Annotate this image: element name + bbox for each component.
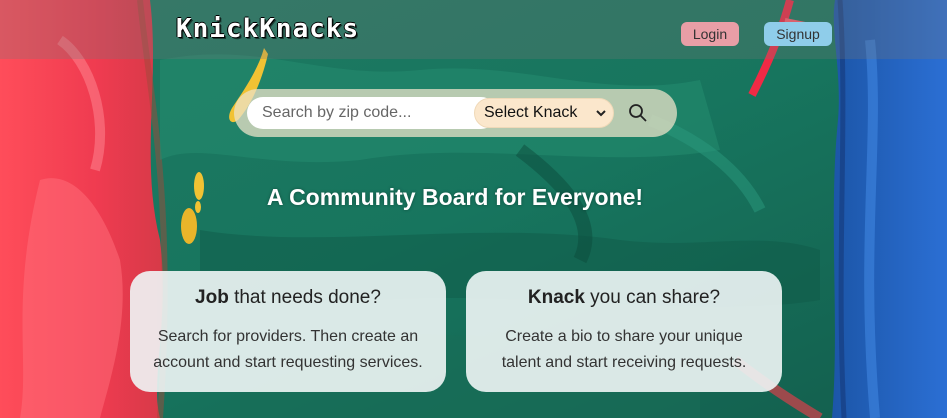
knack-select[interactable]: Select Knack: [474, 98, 614, 128]
site-logo[interactable]: KnickKnacks: [176, 14, 359, 44]
search-button[interactable]: [626, 101, 650, 125]
chevron-down-icon: [596, 110, 606, 117]
job-card-line-1: Search for providers. Then create an: [157, 328, 419, 345]
knack-card-line-1: Create a bio to share your unique: [505, 328, 743, 345]
job-card-title-bold: Job: [195, 287, 229, 308]
top-navbar: KnickKnacks Login Signup: [0, 0, 947, 59]
job-card-title-rest: that needs done?: [228, 287, 381, 308]
knack-card-description: Create a bio to share your unique talent …: [466, 324, 782, 376]
hero-headline: A Community Board for Everyone!: [266, 184, 644, 210]
knack-card-title-rest: you can share?: [584, 287, 721, 308]
job-card[interactable]: Job that needs done? Search for provider…: [130, 271, 446, 392]
job-card-title: Job that needs done?: [130, 287, 446, 309]
search-bar: Select Knack: [234, 89, 677, 137]
knack-card-title-bold: Knack: [527, 287, 585, 308]
zip-search-input[interactable]: [247, 97, 497, 129]
job-card-line-2: account and start requesting services.: [153, 354, 423, 371]
knack-card-line-2: talent and start receiving requests.: [501, 354, 747, 371]
knack-card[interactable]: Knack you can share? Create a bio to sha…: [466, 271, 782, 392]
search-icon: [629, 104, 647, 122]
login-button[interactable]: Login: [681, 22, 739, 46]
job-card-description: Search for providers. Then create an acco…: [130, 324, 446, 376]
knack-select-value: Select Knack: [484, 104, 578, 121]
signup-button[interactable]: Signup: [764, 22, 832, 46]
knack-card-title: Knack you can share?: [466, 287, 782, 309]
